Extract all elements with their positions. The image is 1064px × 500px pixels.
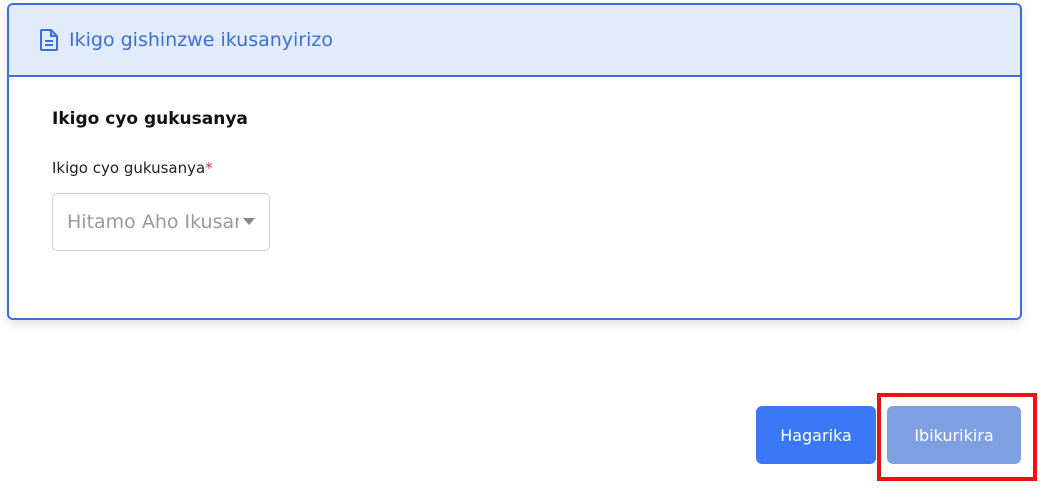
- required-marker: *: [205, 159, 213, 177]
- field-label-text: Ikigo cyo gukusanya: [52, 159, 206, 177]
- section-title: Ikigo cyo gukusanya: [52, 109, 248, 129]
- cancel-button[interactable]: Hagarika: [756, 406, 876, 464]
- next-button[interactable]: Ibikurikira: [887, 406, 1021, 464]
- select-placeholder: Hitamo Aho Ikusanyirizo: [67, 211, 239, 233]
- field-label: Ikigo cyo gukusanya*: [52, 159, 213, 177]
- collection-center-card: Ikigo gishinzwe ikusanyirizo Ikigo cyo g…: [7, 3, 1022, 320]
- document-icon: [39, 29, 59, 51]
- card-header: Ikigo gishinzwe ikusanyirizo: [9, 5, 1020, 77]
- collection-center-select[interactable]: Hitamo Aho Ikusanyirizo: [52, 193, 270, 251]
- chevron-down-icon: [243, 218, 255, 225]
- card-title: Ikigo gishinzwe ikusanyirizo: [69, 29, 333, 51]
